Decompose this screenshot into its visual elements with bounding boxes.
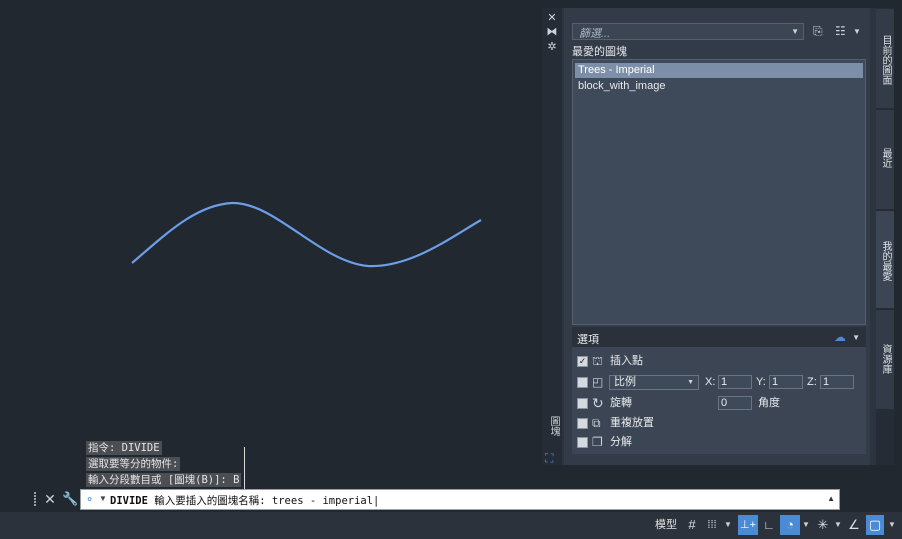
filter-placeholder: 篩選... (579, 28, 611, 40)
repeat-label: 重複放置 (610, 417, 654, 429)
command-icon[interactable]: ⚬ (85, 493, 94, 506)
spline-curve[interactable] (131, 201, 482, 268)
scale-dropdown[interactable]: 比例 ▼ (609, 375, 699, 390)
palette-title: 圖塊 (548, 416, 559, 436)
x-label: X: (705, 376, 716, 388)
angle-input[interactable]: 0 (718, 396, 752, 410)
command-line: ✕ 🔧 ⚬ ▼ DIVIDE 輸入要插入的圖塊名稱: trees - imper… (30, 489, 840, 510)
wrench-icon[interactable]: 🔧 (62, 490, 78, 508)
snap-icon[interactable]: ⁞⁞⁞ (704, 515, 720, 535)
palette-content: 篩選... ▼ ⎘ ☷ ▼ 最愛的圖塊 Trees - Imperial blo… (564, 8, 870, 465)
filter-dropdown[interactable]: 篩選... ▼ (572, 23, 804, 40)
crosshair-vertical (244, 447, 245, 489)
command-name: DIVIDE (110, 495, 148, 507)
isodraft-icon[interactable]: ✳ (814, 515, 832, 535)
list-item[interactable]: block_with_image (575, 79, 863, 94)
tab-label: 最近 (880, 148, 891, 168)
chevron-down-icon[interactable]: ▼ (791, 27, 799, 36)
explode-icon: ❐ (592, 435, 603, 449)
explode-label: 分解 (610, 436, 632, 448)
chevron-down-icon[interactable]: ▼ (99, 494, 107, 503)
angle-label: 角度 (758, 397, 780, 409)
blocks-icon: ⛶ (545, 451, 554, 465)
palette-tabs: 目前的圖面 最近 我的最愛 資源庫 (876, 8, 894, 465)
chevron-down-icon[interactable]: ▼ (724, 515, 732, 535)
options-title: 選項 (577, 334, 599, 346)
tab-label: 資源庫 (880, 344, 891, 374)
block-list: Trees - Imperial block_with_image (572, 59, 866, 325)
drawing-svg (131, 201, 482, 268)
history-line-3: 輸入分段數目或 [圖塊(B)]: B (86, 473, 242, 487)
tab-label: 我的最愛 (880, 241, 891, 281)
command-prompt: 輸入要插入的圖塊名稱: trees - imperial (147, 495, 374, 507)
rotate-icon: ↻ (592, 395, 604, 411)
auto-hide-icon[interactable]: ⧓ (546, 26, 558, 38)
blocks-palette: ✕ ⧓ ✲ 圖塊 ⛶ 篩選... ▼ ⎘ ☷ ▼ 最愛的圖塊 Trees - I… (542, 8, 894, 465)
scale-checkbox[interactable] (577, 377, 588, 388)
scale-icon: ◰ (592, 375, 604, 389)
model-button[interactable]: 模型 (655, 515, 677, 535)
close-icon[interactable]: ✕ (546, 12, 558, 24)
cloud-icon[interactable]: ☁ (834, 330, 846, 344)
osnap-tracking-icon[interactable]: ∠ (846, 515, 862, 535)
tab-favorites[interactable]: 我的最愛 (876, 210, 894, 308)
infer-constraints-icon[interactable]: ⊥+ (738, 515, 758, 535)
explode-checkbox[interactable] (577, 437, 588, 448)
chevron-down-icon[interactable]: ▼ (687, 379, 694, 386)
x-input[interactable]: 1 (718, 375, 752, 389)
chevron-down-icon[interactable]: ▼ (834, 515, 842, 535)
repeat-checkbox[interactable] (577, 418, 588, 429)
chevron-up-icon[interactable]: ▲ (827, 494, 835, 503)
window-edge (894, 0, 902, 512)
section-title: 最愛的圖塊 (572, 46, 627, 58)
chevron-down-icon[interactable]: ▼ (853, 23, 861, 40)
close-icon[interactable]: ✕ (43, 490, 57, 508)
rotate-checkbox[interactable] (577, 398, 588, 409)
rotate-label: 旋轉 (610, 397, 632, 409)
chevron-down-icon[interactable]: ▼ (852, 333, 860, 342)
history-line-1: 指令: DIVIDE (86, 441, 162, 455)
tab-library[interactable]: 資源庫 (876, 309, 894, 409)
chevron-down-icon[interactable]: ▼ (888, 515, 896, 535)
properties-icon[interactable]: ✲ (546, 41, 558, 53)
grip-handle[interactable] (34, 492, 40, 507)
tab-label: 目前的圖面 (880, 35, 891, 85)
list-item[interactable]: Trees - Imperial (575, 63, 863, 78)
scale-value: 比例 (614, 376, 636, 388)
palette-title-strip: ✕ ⧓ ✲ 圖塊 ⛶ (542, 8, 562, 465)
tab-recent[interactable]: 最近 (876, 109, 894, 209)
insert-point-icon: ⛫ (592, 354, 604, 368)
autocad-window: 指令: DIVIDE 選取要等分的物件: 輸入分段數目或 [圖塊(B)]: B … (0, 0, 902, 539)
command-text: DIVIDE 輸入要插入的圖塊名稱: trees - imperial| (110, 495, 380, 507)
z-input[interactable]: 1 (820, 375, 854, 389)
options-header: 選項 ☁ ▼ (572, 327, 866, 347)
grid-icon[interactable]: # (684, 515, 700, 535)
command-input[interactable]: ⚬ ▼ DIVIDE 輸入要插入的圖塊名稱: trees - imperial|… (80, 489, 840, 510)
repeat-icon: ⧉ (592, 416, 601, 430)
ortho-icon[interactable]: ∟ (760, 515, 778, 535)
y-label: Y: (756, 376, 766, 388)
object-snap-icon[interactable]: ▢ (866, 515, 884, 535)
y-input[interactable]: 1 (769, 375, 803, 389)
insert-point-checkbox[interactable]: ✓ (577, 356, 588, 367)
browse-icon[interactable]: ⎘ (813, 23, 823, 40)
history-line-2: 選取要等分的物件: (86, 457, 181, 471)
chevron-down-icon[interactable]: ▼ (802, 515, 810, 535)
drawing-canvas[interactable] (0, 0, 542, 488)
tab-current-drawing[interactable]: 目前的圖面 (876, 8, 894, 108)
z-label: Z: (807, 376, 817, 388)
polar-icon[interactable]: ◔ (780, 515, 800, 535)
insert-point-label: 插入點 (610, 355, 643, 367)
view-options-icon[interactable]: ☷ (835, 23, 846, 40)
options-panel: 選項 ☁ ▼ ✓ ⛫ 插入點 ◰ 比例 ▼ X: 1 Y: 1 Z: 1 ↻ 旋… (572, 327, 866, 454)
